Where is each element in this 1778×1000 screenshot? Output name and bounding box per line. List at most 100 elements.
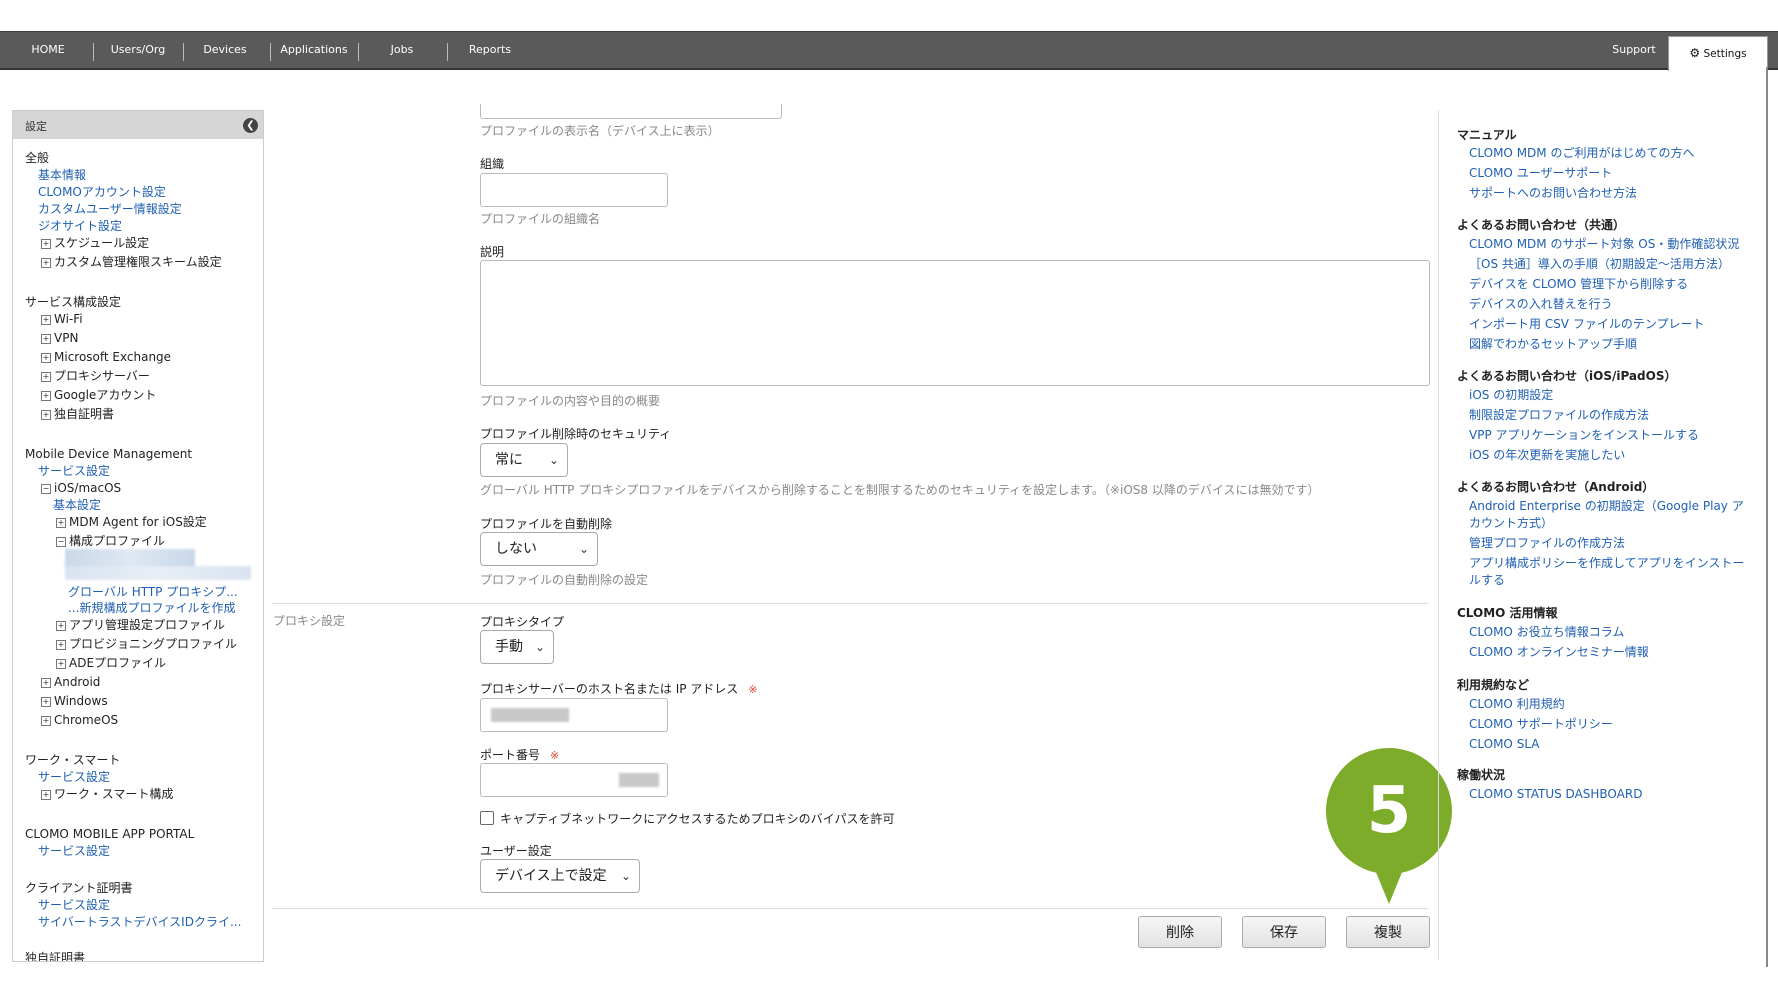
expand-icon[interactable]: + xyxy=(56,659,66,669)
proxy-type-select[interactable]: 手動 ⌄ xyxy=(480,630,554,664)
required-mark: ※ xyxy=(748,683,758,696)
captive-bypass-checkbox[interactable] xyxy=(480,811,494,825)
sidebar-item-work-smart-service[interactable]: サービス設定 xyxy=(38,770,110,784)
expand-icon[interactable]: + xyxy=(56,518,66,528)
help-link[interactable]: CLOMO お役立ち情報コラム xyxy=(1469,624,1624,641)
auto-delete-select[interactable]: しない ⌄ xyxy=(480,532,598,566)
sidebar-item-clomo-account[interactable]: CLOMOアカウント設定 xyxy=(38,185,166,199)
expand-icon[interactable]: + xyxy=(41,410,51,420)
collapse-icon[interactable]: − xyxy=(41,484,51,494)
section-divider xyxy=(272,603,1428,604)
duplicate-button[interactable]: 複製 xyxy=(1346,916,1430,948)
sidebar-item-vpn[interactable]: + VPN xyxy=(41,331,78,345)
sidebar-item-cyber-trust[interactable]: サイバートラストデバイスIDクライ... xyxy=(38,915,241,929)
org-input[interactable] xyxy=(480,173,668,207)
nav-settings-tab[interactable]: ⚙ Settings xyxy=(1668,36,1768,71)
help-link[interactable]: CLOMO MDM のご利用がはじめての方へ xyxy=(1469,145,1694,162)
help-link[interactable]: CLOMO 利用規約 xyxy=(1469,696,1565,713)
sidebar-item-custom-permission[interactable]: + カスタム管理権限スキーム設定 xyxy=(41,255,222,269)
help-link[interactable]: CLOMO サポートポリシー xyxy=(1469,716,1613,733)
nav-separator xyxy=(358,43,359,61)
nav-jobs[interactable]: Jobs xyxy=(368,32,436,68)
sidebar-item-ios-macos[interactable]: − iOS/macOS xyxy=(41,481,121,495)
sidebar-item-app-mgmt-profile[interactable]: + アプリ管理設定プロファイル xyxy=(56,618,225,632)
help-link[interactable]: ルする xyxy=(1469,572,1505,589)
expand-icon[interactable]: + xyxy=(41,258,51,268)
delete-button[interactable]: 削除 xyxy=(1138,916,1222,948)
sidebar-item-geosite[interactable]: ジオサイト設定 xyxy=(38,219,122,233)
nav-users-org[interactable]: Users/Org xyxy=(100,32,176,68)
collapse-icon[interactable]: − xyxy=(56,537,66,547)
help-link[interactable]: サポートへのお問い合わせ方法 xyxy=(1469,185,1637,202)
expand-icon[interactable]: + xyxy=(56,640,66,650)
help-link[interactable]: 管理プロファイルの作成方法 xyxy=(1469,535,1625,552)
proxy-host-input[interactable] xyxy=(480,698,668,732)
help-link[interactable]: iOS の初期設定 xyxy=(1469,387,1553,404)
help-link[interactable]: インポート用 CSV ファイルのテンプレート xyxy=(1469,316,1704,333)
sidebar-item-custom-user-info[interactable]: カスタムユーザー情報設定 xyxy=(38,202,182,216)
sidebar-item-proxy-server[interactable]: + プロキシサーバー xyxy=(41,369,150,383)
expand-icon[interactable]: + xyxy=(41,334,51,344)
display-name-input[interactable] xyxy=(480,104,782,119)
help-link[interactable]: Android Enterprise の初期設定（Google Play ア xyxy=(1469,498,1744,515)
expand-icon[interactable]: + xyxy=(41,697,51,707)
help-link[interactable]: アプリ構成ポリシーを作成してアプリをインストー xyxy=(1469,555,1744,572)
sidebar-item-schedule[interactable]: + スケジュール設定 xyxy=(41,236,149,250)
help-link[interactable]: CLOMO SLA xyxy=(1469,736,1539,753)
help-link[interactable]: カウント方式） xyxy=(1469,515,1553,532)
sidebar-item-own-cert[interactable]: + 独自証明書 xyxy=(41,407,114,421)
expand-icon[interactable]: + xyxy=(41,372,51,382)
port-input[interactable] xyxy=(480,763,668,797)
user-setting-select[interactable]: デバイス上で設定 ⌄ xyxy=(480,859,640,893)
expand-icon[interactable]: + xyxy=(41,353,51,363)
sidebar-item-wifi[interactable]: + Wi-Fi xyxy=(41,312,83,326)
sidebar-item-ios-basic-settings[interactable]: 基本設定 xyxy=(53,498,101,512)
help-link[interactable]: CLOMO MDM のサポート対象 OS・動作確認状況 xyxy=(1469,236,1739,253)
sidebar-item-google-account[interactable]: + Googleアカウント xyxy=(41,388,156,402)
help-link[interactable]: CLOMO ユーザーサポート xyxy=(1469,165,1612,182)
help-link[interactable]: CLOMO STATUS DASHBOARD xyxy=(1469,786,1642,803)
help-link[interactable]: VPP アプリケーションをインストールする xyxy=(1469,427,1699,444)
sidebar-item-provisioning-profile[interactable]: + プロビジョニングプロファイル xyxy=(56,637,237,651)
help-link[interactable]: デバイスを CLOMO 管理下から削除する xyxy=(1469,276,1688,293)
help-link[interactable]: CLOMO オンラインセミナー情報 xyxy=(1469,644,1649,661)
expand-icon[interactable]: + xyxy=(56,621,66,631)
nav-reports[interactable]: Reports xyxy=(456,32,524,68)
help-link[interactable]: 図解でわかるセットアップ手順 xyxy=(1469,336,1637,353)
help-link[interactable]: ［OS 共通］導入の手順（初期設定〜活用方法） xyxy=(1469,256,1730,273)
sidebar-item-basic-info[interactable]: 基本情報 xyxy=(38,168,86,182)
nav-support[interactable]: Support xyxy=(1600,32,1668,68)
expand-icon[interactable]: + xyxy=(41,391,51,401)
sidebar-item-ade-profile[interactable]: + ADEプロファイル xyxy=(56,656,166,670)
sidebar-item-mdm-agent[interactable]: + MDM Agent for iOS設定 xyxy=(56,515,207,529)
help-link[interactable]: デバイスの入れ替えを行う xyxy=(1469,296,1613,313)
expand-icon[interactable]: + xyxy=(41,716,51,726)
sidebar-item-chromeos[interactable]: + ChromeOS xyxy=(41,713,118,727)
sidebar-item-client-cert-service[interactable]: サービス設定 xyxy=(38,898,110,912)
sidebar-item-mdm-service-settings[interactable]: サービス設定 xyxy=(38,464,110,478)
section-general-title: 全般 xyxy=(25,151,50,165)
nav-devices[interactable]: Devices xyxy=(190,32,260,68)
sidebar-item-exchange[interactable]: + Microsoft Exchange xyxy=(41,350,171,364)
nav-home[interactable]: HOME xyxy=(20,32,76,68)
sidebar-item-global-proxy-profile[interactable]: グローバル HTTP プロキシプ... xyxy=(68,585,238,599)
expand-icon[interactable]: + xyxy=(41,678,51,688)
removal-security-select[interactable]: 常に ⌄ xyxy=(480,443,568,477)
sidebar-item-app-portal-service[interactable]: サービス設定 xyxy=(38,844,110,858)
sidebar-item-work-smart-config[interactable]: + ワーク・スマート構成 xyxy=(41,787,173,801)
help-link[interactable]: 制限設定プロファイルの作成方法 xyxy=(1469,407,1649,424)
description-textarea[interactable] xyxy=(480,260,1430,386)
collapse-left-icon[interactable]: ❮ xyxy=(243,118,258,133)
expand-icon[interactable]: + xyxy=(41,239,51,249)
chevron-down-icon: ⌄ xyxy=(534,640,545,654)
sidebar-item-new-config-profile[interactable]: ...新規構成プロファイルを作成 xyxy=(68,601,235,615)
chevron-down-icon: ⌄ xyxy=(578,542,589,556)
sidebar-item-android[interactable]: + Android xyxy=(41,675,100,689)
expand-icon[interactable]: + xyxy=(41,315,51,325)
nav-applications[interactable]: Applications xyxy=(274,32,354,68)
help-link[interactable]: iOS の年次更新を実施したい xyxy=(1469,447,1625,464)
expand-icon[interactable]: + xyxy=(41,790,51,800)
sidebar-item-config-profiles[interactable]: − 構成プロファイル xyxy=(56,534,165,548)
save-button[interactable]: 保存 xyxy=(1242,916,1326,948)
sidebar-item-windows[interactable]: + Windows xyxy=(41,694,108,708)
